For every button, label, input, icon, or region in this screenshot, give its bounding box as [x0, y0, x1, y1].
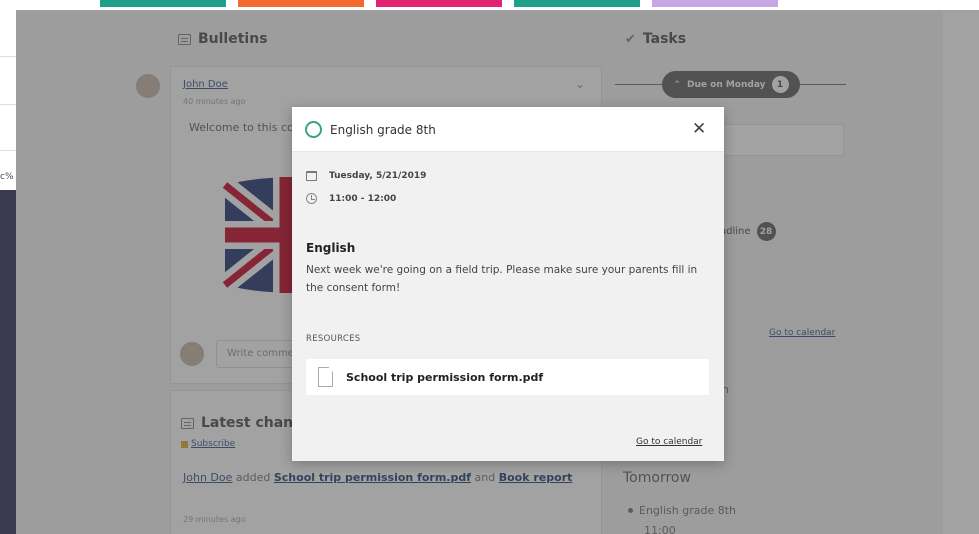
- modal-header: English grade 8th ✕: [292, 107, 724, 152]
- dark-panel: [0, 190, 16, 534]
- nav-tile-2[interactable]: [238, 0, 364, 7]
- event-time: 11:00 - 12:00: [329, 193, 397, 204]
- event-description: Next week we're going on a field trip. P…: [306, 264, 698, 294]
- nav-tile-1[interactable]: [100, 0, 226, 7]
- status-circle-icon: [305, 121, 322, 138]
- goto-calendar-link[interactable]: Go to calendar: [636, 437, 702, 447]
- divider: [0, 150, 16, 151]
- left-strip: c%: [0, 0, 16, 534]
- event-date: Tuesday, 5/21/2019: [329, 171, 427, 181]
- event-date-row: Tuesday, 5/21/2019: [306, 171, 426, 181]
- strip-tag: c%: [0, 172, 14, 182]
- event-subject: English: [306, 241, 356, 255]
- calendar-icon: [306, 171, 317, 181]
- nav-tile-5[interactable]: [652, 0, 778, 7]
- resource-file-name: School trip permission form.pdf: [346, 370, 544, 384]
- resource-item[interactable]: School trip permission form.pdf: [306, 359, 709, 395]
- event-modal: English grade 8th ✕ Tuesday, 5/21/2019 1…: [292, 107, 724, 461]
- modal-title: English grade 8th: [330, 123, 436, 137]
- close-icon[interactable]: ✕: [692, 119, 706, 139]
- nav-tile-4[interactable]: [514, 0, 640, 7]
- resources-label: RESOURCES: [306, 334, 361, 344]
- nav-tile-3[interactable]: [376, 0, 502, 7]
- file-icon: [318, 367, 333, 387]
- divider: [0, 104, 16, 105]
- divider: [0, 56, 16, 57]
- event-time-row: 11:00 - 12:00: [306, 193, 396, 204]
- top-bar: [16, 0, 979, 10]
- clock-icon: [306, 193, 317, 204]
